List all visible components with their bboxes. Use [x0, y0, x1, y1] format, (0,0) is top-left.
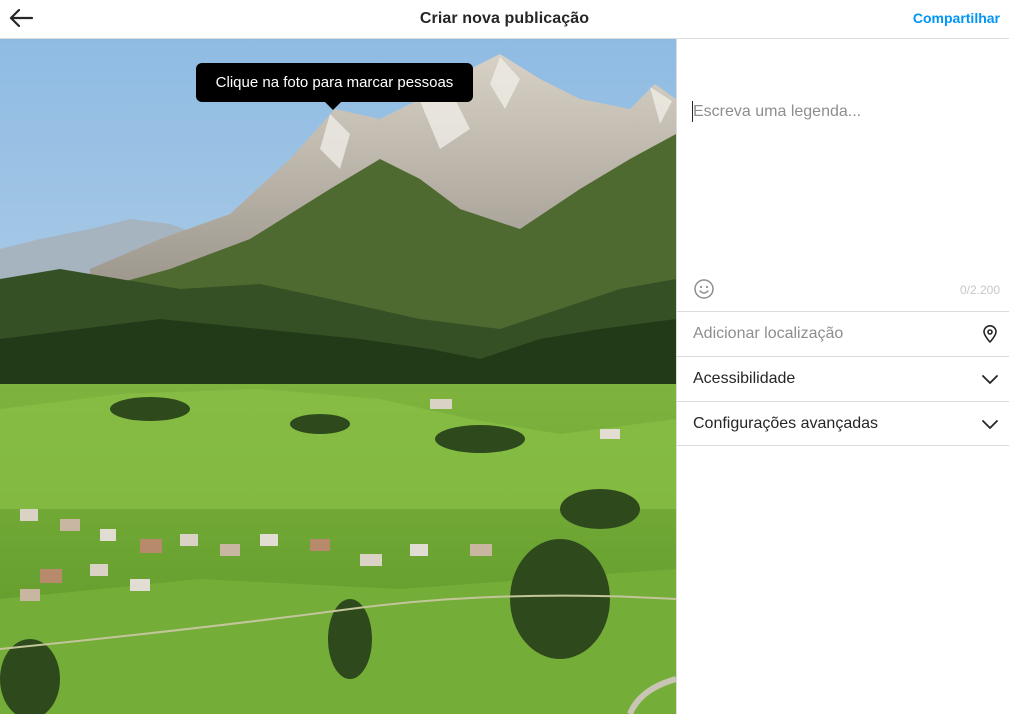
- modal-header: Criar nova publicação Compartilhar: [0, 0, 1009, 39]
- page-title: Criar nova publicação: [419, 10, 590, 27]
- location-pin-icon: [983, 325, 997, 343]
- back-button[interactable]: [6, 4, 36, 32]
- arrow-left-icon: [9, 8, 34, 28]
- add-location-row[interactable]: Adicionar localização: [677, 311, 1009, 356]
- advanced-settings-row[interactable]: Configurações avançadas: [677, 401, 1009, 446]
- caption-input[interactable]: Escreva uma legenda...: [693, 103, 861, 121]
- add-location-label: Adicionar localização: [693, 325, 844, 342]
- caption-panel: Escreva uma legenda... 0/2.200 Adicionar…: [676, 39, 1009, 714]
- tooltip-text: Clique na foto para marcar pessoas: [215, 74, 454, 91]
- smiley-icon: [694, 279, 714, 299]
- advanced-settings-label: Configurações avançadas: [693, 414, 879, 432]
- accessibility-label: Acessibilidade: [693, 370, 796, 387]
- character-counter: 0/2.200: [959, 283, 1000, 297]
- emoji-button[interactable]: [693, 278, 715, 300]
- accessibility-row[interactable]: Acessibilidade: [677, 356, 1009, 401]
- tag-people-tooltip: Clique na foto para marcar pessoas: [196, 63, 473, 110]
- chevron-down-icon: [982, 420, 998, 429]
- share-button[interactable]: Compartilhar: [913, 10, 1000, 26]
- post-photo[interactable]: [0, 39, 676, 714]
- chevron-down-icon: [982, 375, 998, 384]
